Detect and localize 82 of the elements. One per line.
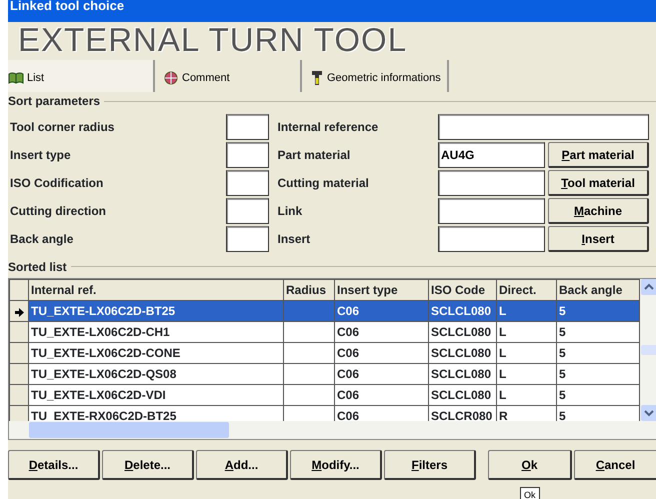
tool-heading: EXTERNAL TURN TOOL [18, 21, 408, 58]
table-cell [284, 322, 334, 343]
table-cell: C06 [334, 342, 428, 364]
filter-button[interactable]: Tool material [548, 170, 649, 196]
action-button[interactable]: Filters [384, 450, 476, 480]
table-cell [284, 300, 334, 322]
table-cell: C06 [334, 384, 428, 406]
column-header[interactable]: Back angle [556, 280, 640, 301]
tab[interactable]: List [8, 60, 155, 92]
table-cell: TU_EXTE-LX06C2D-VDI [28, 384, 284, 406]
field-label: Back angle [9, 231, 74, 248]
group-title: Sorted list [8, 258, 67, 276]
column-header[interactable]: Internal ref. [28, 280, 284, 301]
table-cell: TU_EXTE-LX06C2D-QS08 [28, 364, 284, 385]
field-label: Cutting direction [9, 203, 107, 220]
field-label: Internal reference [276, 119, 380, 136]
column-header[interactable]: Radius [284, 280, 334, 301]
filter-button[interactable]: Insert [548, 226, 649, 252]
table-cell: L [496, 364, 556, 385]
table-cell: 5 [556, 384, 640, 406]
column-header[interactable]: Direct. [496, 280, 556, 301]
column-header[interactable]: ISO Code [428, 280, 496, 301]
table-cell: C06 [334, 300, 428, 322]
globe-icon [163, 71, 179, 85]
table-cell: TU_EXTE-LX06C2D-CH1 [28, 322, 284, 343]
table-cell: L [496, 300, 556, 322]
wrench-icon [310, 70, 324, 86]
input-field[interactable]: AU4G [438, 142, 546, 168]
field-label: Insert [276, 231, 312, 248]
action-button[interactable]: Modify... [290, 450, 382, 480]
input-field[interactable] [438, 170, 546, 196]
table-cell: C06 [334, 322, 428, 343]
input-field[interactable] [438, 114, 649, 140]
horizontal-scrollbar[interactable] [9, 421, 656, 440]
field-label: Part material [276, 147, 352, 164]
field-label: Link [276, 203, 304, 220]
book-icon [8, 71, 24, 85]
table-cell: SCLCL080 [428, 322, 496, 343]
table-cell: TU_EXTE-LX06C2D-BT25 [28, 300, 284, 322]
table-cell [284, 342, 334, 364]
table-cell: 5 [556, 300, 640, 322]
filter-button[interactable]: Part material [548, 142, 649, 168]
input-field[interactable] [438, 198, 546, 224]
table-cell: TU_EXTE-LX06C2D-CONE [28, 342, 284, 364]
dialog-button[interactable]: Cancel [574, 450, 656, 480]
input-field[interactable] [226, 198, 270, 224]
field-label: Insert type [9, 147, 72, 164]
input-field[interactable] [226, 142, 270, 168]
table-cell: SCLCL080 [428, 300, 496, 322]
action-button[interactable]: Delete... [102, 450, 194, 480]
filter-button[interactable]: Machine [548, 198, 649, 224]
column-header[interactable]: Insert type [334, 280, 428, 301]
ok-button[interactable]: Ok [520, 487, 540, 499]
table-cell: 5 [556, 364, 640, 385]
input-field[interactable] [438, 226, 546, 252]
input-field[interactable] [226, 114, 270, 140]
action-button[interactable]: Add... [196, 450, 288, 480]
scroll-thumb[interactable] [640, 345, 656, 356]
table-cell: 5 [556, 342, 640, 364]
input-field[interactable] [226, 170, 270, 196]
table-cell: SCLCL080 [428, 342, 496, 364]
field-label: ISO Codification [9, 175, 104, 192]
field-label: Tool corner radius [9, 119, 116, 136]
table-cell [284, 364, 334, 385]
table-cell: L [496, 384, 556, 406]
action-button[interactable]: Details... [8, 450, 100, 480]
table-cell [284, 384, 334, 406]
field-label: Cutting material [276, 175, 370, 192]
table-cell: C06 [334, 364, 428, 385]
table-cell: SCLCL080 [428, 364, 496, 385]
vertical-scrollbar[interactable] [640, 279, 656, 422]
table-cell: SCLCL080 [428, 384, 496, 406]
scroll-down-icon[interactable] [640, 405, 656, 422]
row-pointer-icon [14, 308, 24, 317]
window-title: Linked tool choice [10, 0, 126, 12]
group-title: Sort parameters [8, 93, 100, 110]
scroll-up-icon[interactable] [640, 279, 656, 296]
dialog-button[interactable]: Ok [488, 450, 572, 480]
table-cell: L [496, 322, 556, 343]
table-cell: L [496, 342, 556, 364]
table-cell: 5 [556, 322, 640, 343]
input-field[interactable] [226, 226, 270, 252]
